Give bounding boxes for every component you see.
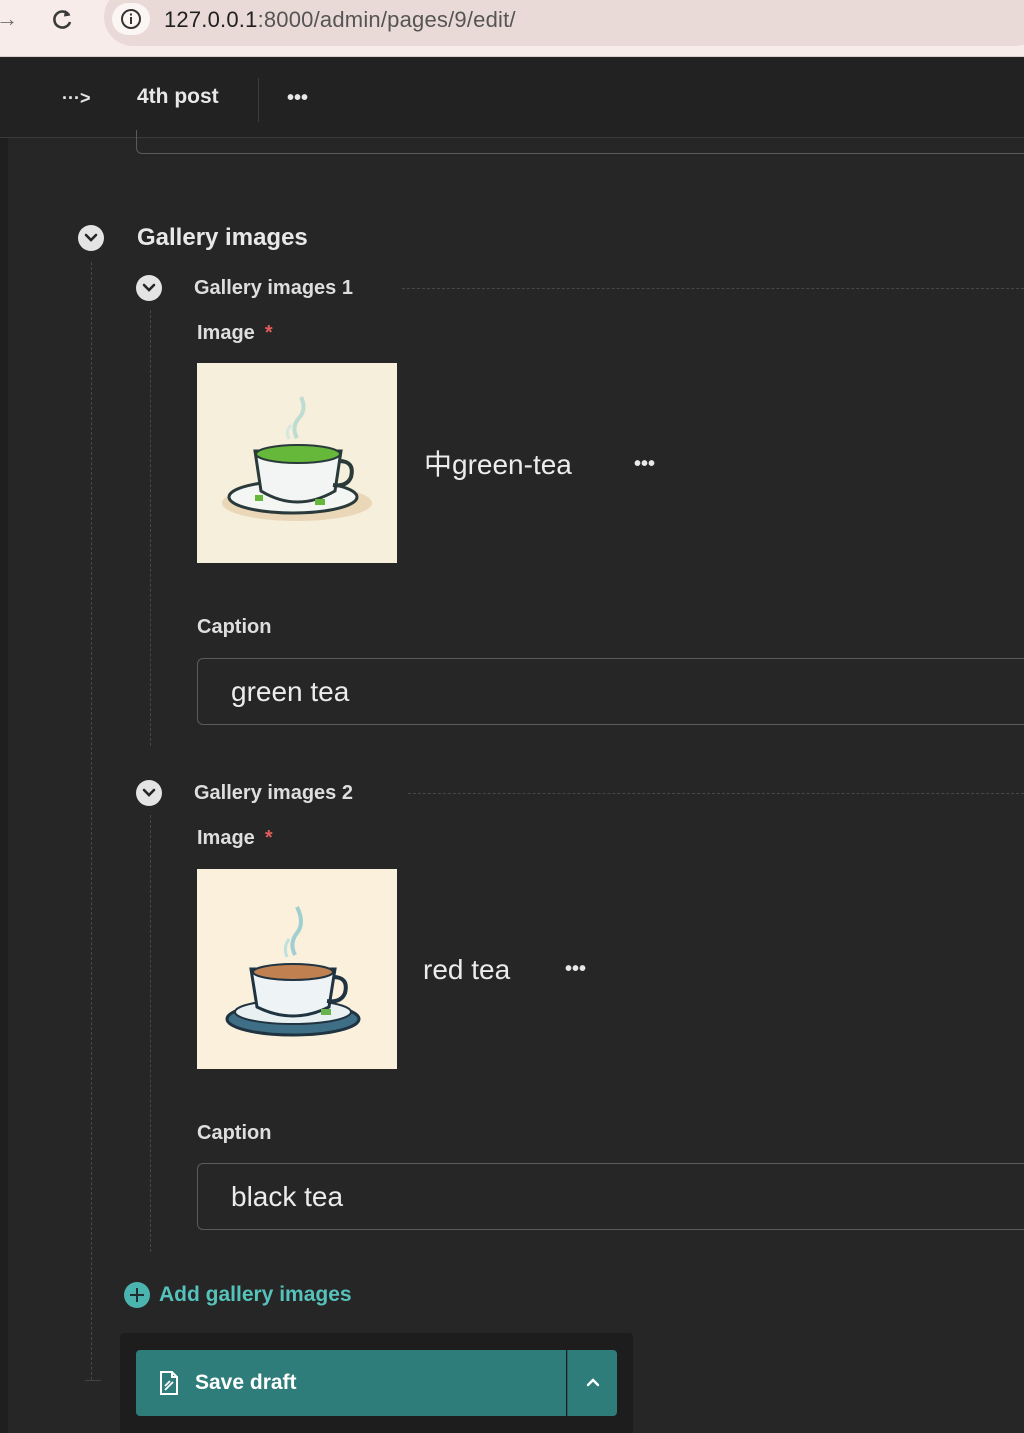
item-title: Gallery images 2 [194, 782, 353, 804]
caption-input[interactable]: black tea [197, 1163, 1024, 1230]
previous-field[interactable] [136, 130, 1024, 154]
reload-icon[interactable] [48, 4, 78, 34]
header-divider [258, 78, 259, 122]
side-rail [0, 138, 8, 1433]
plus-circle-icon [124, 1282, 150, 1308]
breadcrumb-toggle[interactable]: ···> [62, 84, 98, 112]
image-filename: red tea [423, 954, 511, 985]
image-label-text: Image [197, 322, 255, 344]
page-title: 4th post [137, 85, 219, 108]
item-guide-line [150, 815, 151, 1252]
green-tea-cup-image [197, 363, 397, 563]
more-save-actions-button[interactable] [567, 1350, 617, 1416]
url-path: :8000/admin/pages/9/edit/ [257, 7, 516, 32]
image-more-icon[interactable]: ••• [565, 954, 595, 984]
item-collapse-toggle[interactable] [136, 275, 162, 301]
url-text[interactable]: 127.0.0.1:8000/admin/pages/9/edit/ [164, 6, 516, 34]
image-label-text: Image [197, 827, 255, 849]
item-guide-line [150, 310, 151, 746]
chevron-down-icon [84, 233, 98, 242]
caption-input[interactable]: green tea [197, 658, 1024, 725]
forward-arrow-icon[interactable]: → [0, 6, 18, 32]
browser-toolbar: → 127.0.0.1:8000/admin/pages/9/edit/ [0, 0, 1024, 57]
image-thumbnail[interactable] [197, 869, 397, 1069]
page-header: ···> 4th post ••• [0, 58, 1024, 138]
section-guide-line [91, 262, 92, 1380]
more-actions-icon[interactable]: ••• [287, 84, 317, 112]
chevron-down-icon [142, 283, 156, 292]
image-thumbnail[interactable] [197, 363, 397, 563]
caption-label: Caption [197, 616, 272, 638]
required-mark: * [264, 827, 273, 849]
image-label: Image * [197, 824, 273, 852]
item-collapse-toggle[interactable] [136, 780, 162, 806]
caption-value: green tea [231, 676, 350, 707]
url-host: 127.0.0.1 [164, 7, 258, 32]
site-info-icon[interactable] [112, 3, 150, 35]
caption-value: black tea [231, 1181, 344, 1212]
save-draft-button[interactable]: Save draft [136, 1350, 566, 1416]
image-label: Image * [197, 319, 273, 347]
image-filename: 中green-tea [424, 449, 572, 480]
document-icon [160, 1371, 178, 1395]
required-mark: * [264, 322, 273, 344]
chevron-up-icon [586, 1378, 600, 1387]
item-divider [408, 793, 1024, 794]
image-more-icon[interactable]: ••• [634, 449, 664, 479]
add-gallery-images-label: Add gallery images [159, 1283, 352, 1306]
section-collapse-toggle[interactable] [78, 225, 104, 251]
item-title: Gallery images 1 [194, 277, 353, 299]
red-tea-cup-image [197, 869, 397, 1069]
section-title: Gallery images [137, 224, 308, 251]
guide-tick [85, 1380, 101, 1381]
item-divider [402, 288, 1024, 289]
save-draft-label: Save draft [195, 1371, 297, 1394]
caption-label: Caption [197, 1122, 272, 1144]
chevron-down-icon [142, 788, 156, 797]
